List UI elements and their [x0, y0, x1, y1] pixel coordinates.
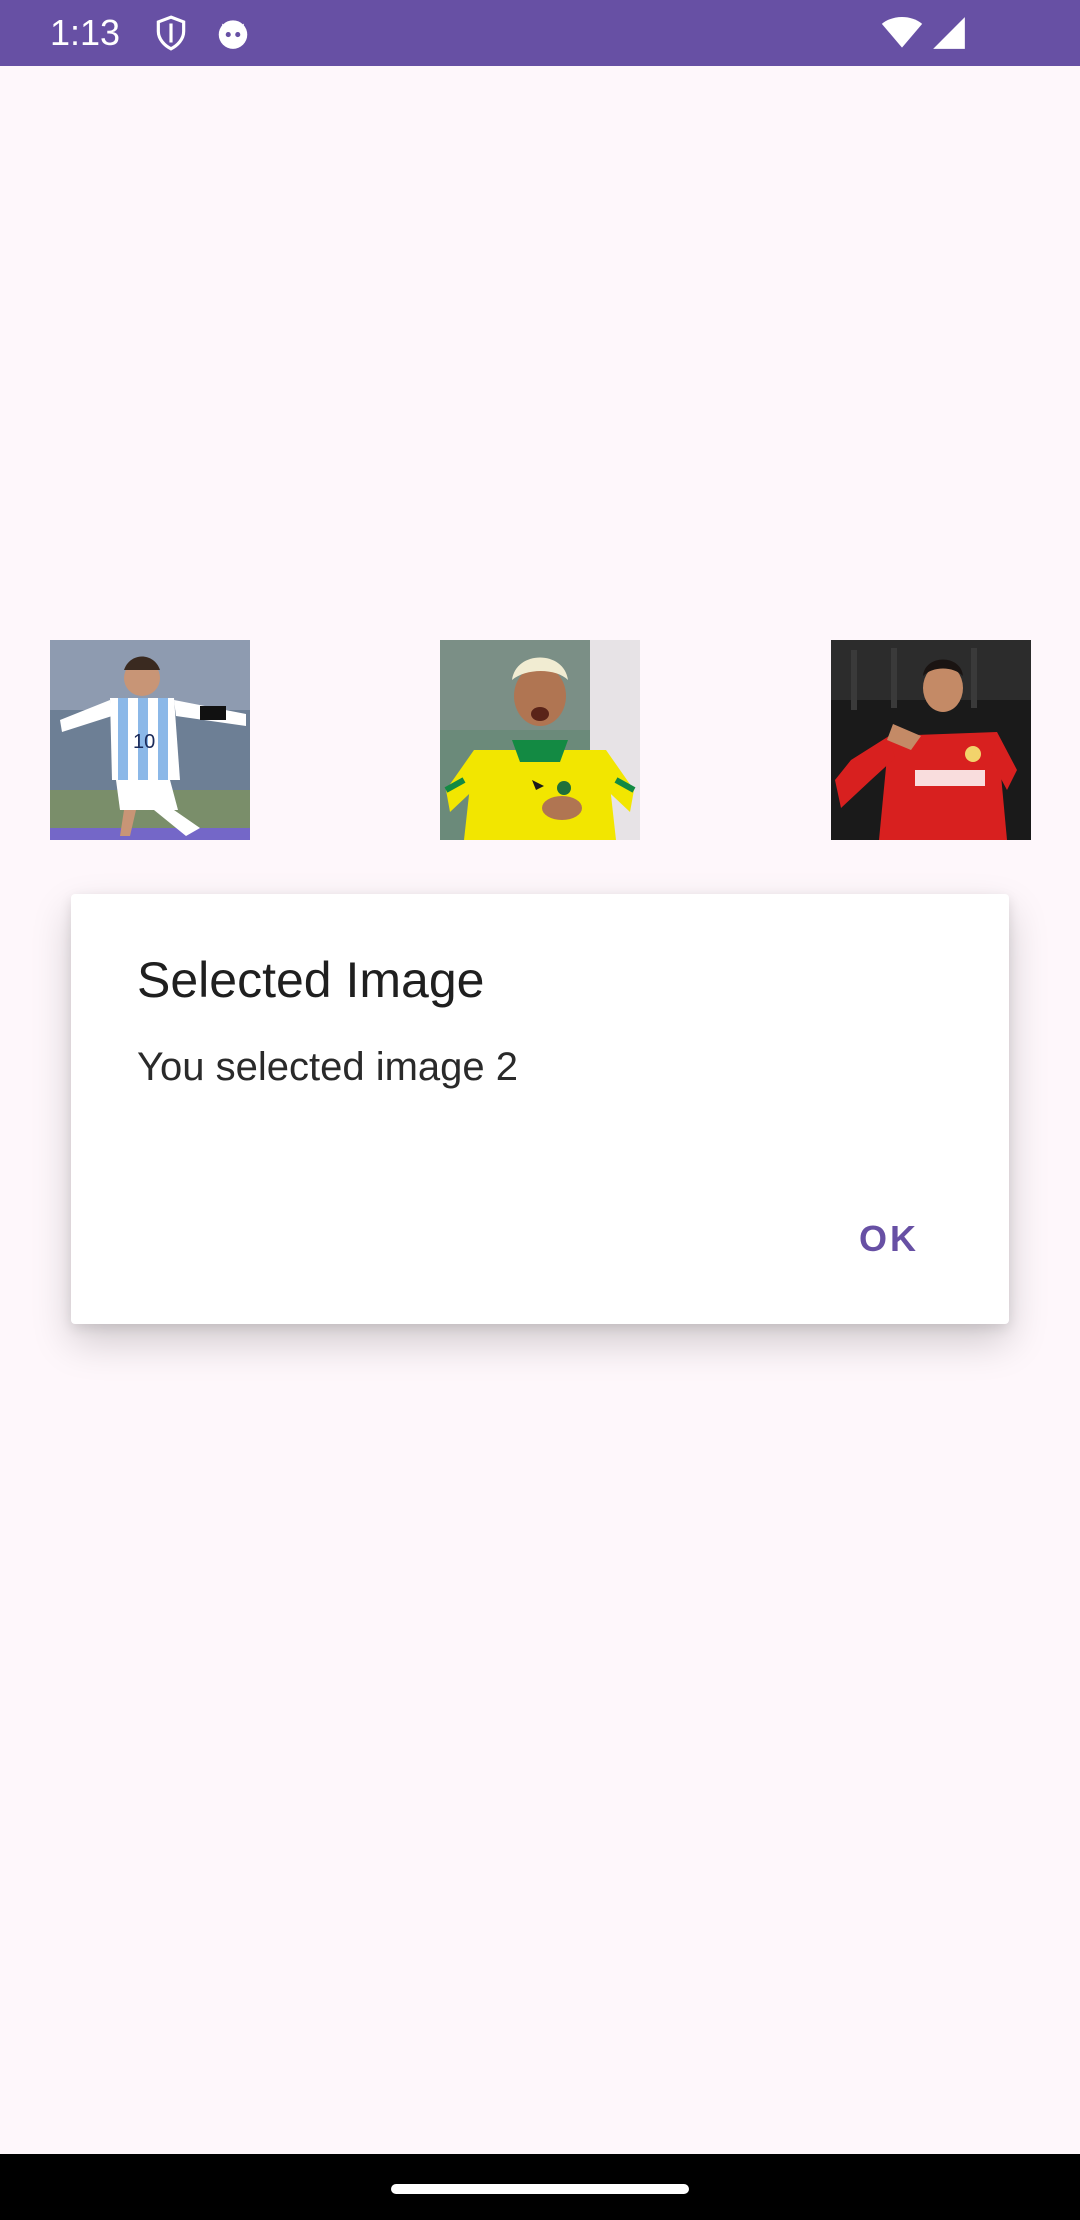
wifi-icon — [880, 14, 924, 52]
selected-image-dialog: Selected Image You selected image 2 OK — [71, 894, 1009, 1324]
image-1-thumbnail[interactable]: 10 — [50, 640, 250, 840]
status-bar: 1:13 — [0, 0, 1080, 66]
status-time: 1:13 — [50, 12, 121, 53]
dialog-title: Selected Image — [137, 952, 485, 1008]
dialog-message: You selected image 2 — [137, 1045, 519, 1089]
shield-icon — [152, 14, 190, 52]
image-2-thumbnail[interactable] — [440, 640, 640, 840]
signal-icon — [930, 14, 968, 52]
home-gesture-handle[interactable] — [391, 2184, 689, 2194]
cat-icon — [214, 14, 252, 52]
svg-text:10: 10 — [133, 731, 155, 753]
navigation-bar — [0, 2154, 1080, 2220]
image-3-thumbnail[interactable] — [831, 640, 1031, 840]
ok-button[interactable]: OK — [853, 1216, 925, 1262]
